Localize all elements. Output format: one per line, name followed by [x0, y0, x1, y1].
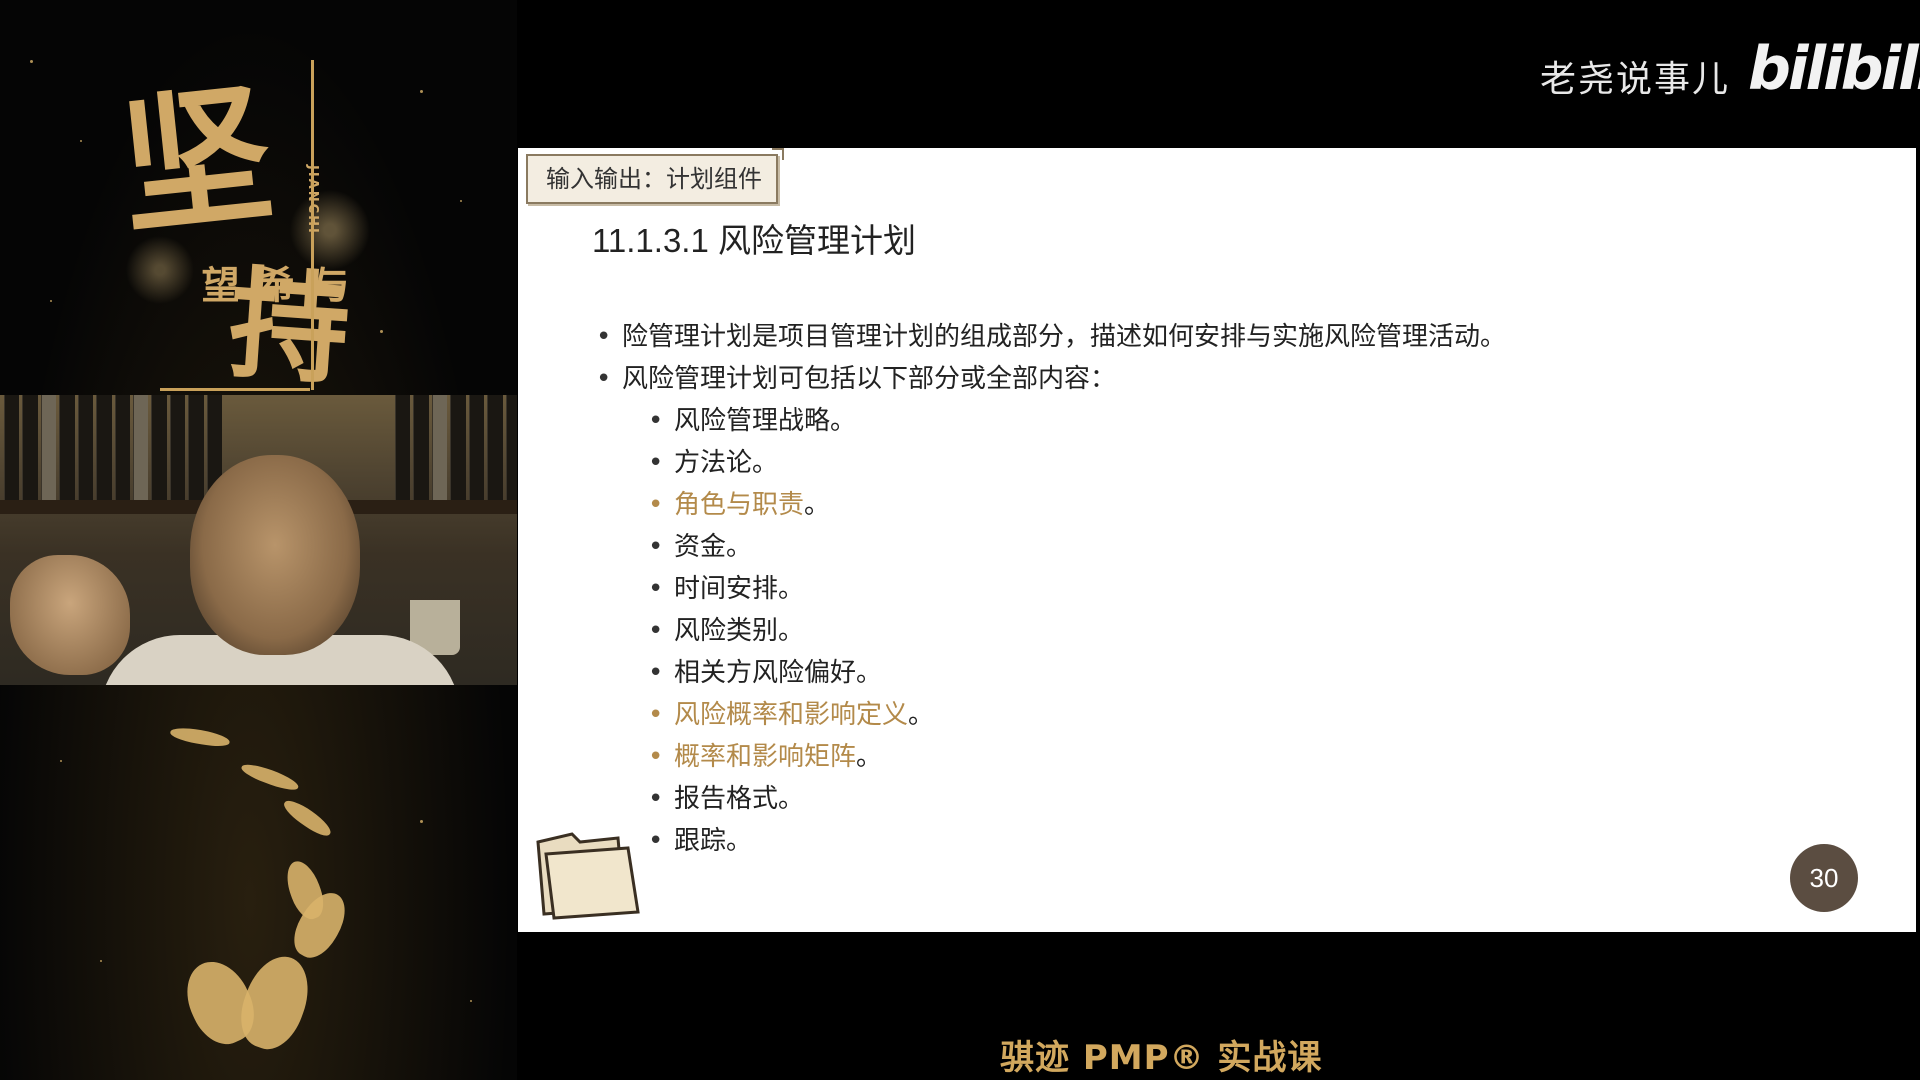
course-title: 骐迹 PMP® 实战课	[1000, 1038, 1323, 1078]
sub-bullet-item: 跟踪。	[592, 820, 1506, 862]
sub-bullet-item: 方法论。	[592, 442, 1506, 484]
page-number-badge: 30	[1790, 844, 1858, 912]
bullet-list: 险管理计划是项目管理计划的组成部分，描述如何安排与实施风险管理活动。 风险管理计…	[592, 316, 1506, 862]
folder-icon	[536, 832, 640, 920]
sub-bullet-item: 相关方风险偏好。	[592, 652, 1506, 694]
sub-bullet-item-highlighted: 概率和影响矩阵。	[592, 736, 1506, 778]
sub-bullet-item-highlighted: 风险概率和影响定义。	[592, 694, 1506, 736]
channel-name: 老尧说事儿	[1540, 59, 1731, 100]
sub-bullet-item: 风险管理战略。	[592, 400, 1506, 442]
poster-subtitle: 与希望	[195, 265, 350, 303]
poster-title-char-2: 持	[224, 252, 355, 402]
poster-frame-line	[305, 60, 314, 390]
sub-bullet-item: 时间安排。	[592, 568, 1506, 610]
poster-frame-line	[160, 388, 310, 391]
sub-bullet-item: 风险类别。	[592, 610, 1506, 652]
bilibili-logo: bilibili	[1748, 34, 1920, 104]
presenter-hand	[10, 555, 130, 675]
poster-panel: 坚 持 与希望 JIANCHI	[0, 0, 517, 1080]
footprints-graphic	[150, 724, 410, 1060]
sub-bullet-item-highlighted: 角色与职责。	[592, 484, 1506, 526]
sub-bullet-item: 资金。	[592, 526, 1506, 568]
bullet-item: 险管理计划是项目管理计划的组成部分，描述如何安排与实施风险管理活动。	[592, 316, 1506, 358]
webcam-feed	[0, 395, 517, 685]
slide-section-tag: 输入输出：计划组件	[526, 148, 784, 204]
sub-bullet-item: 报告格式。	[592, 778, 1506, 820]
presentation-slide: 输入输出：计划组件 11.1.3.1 风险管理计划 险管理计划是项目管理计划的组…	[518, 148, 1916, 932]
slide-title: 11.1.3.1 风险管理计划	[592, 222, 916, 259]
presenter-face	[190, 455, 360, 655]
bullet-item: 风险管理计划可包括以下部分或全部内容：	[592, 358, 1506, 400]
